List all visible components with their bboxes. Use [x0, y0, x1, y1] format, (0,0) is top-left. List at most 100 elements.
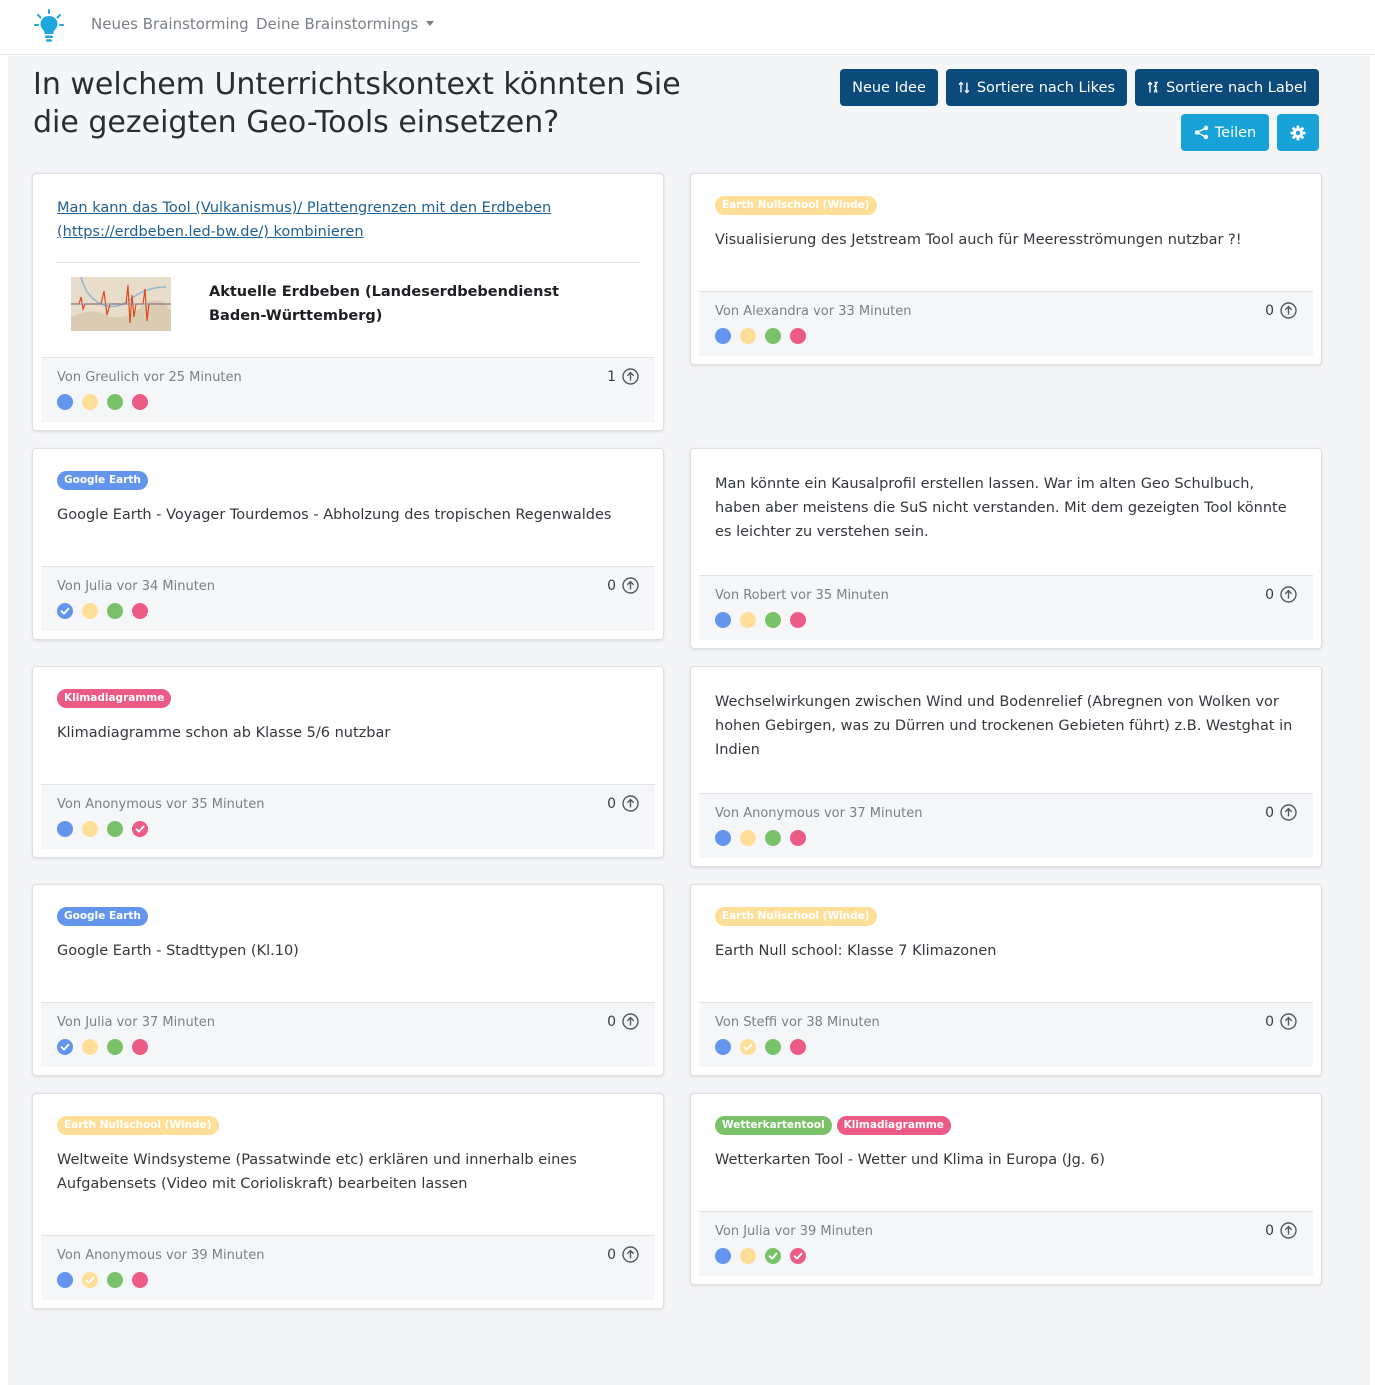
- tag-badge[interactable]: Google Earth: [57, 471, 148, 490]
- card-footer: Von Robert vor 35 Minuten 0: [699, 575, 1313, 640]
- sort-by-label-button[interactable]: Sortiere nach Label: [1135, 69, 1319, 106]
- idea-link[interactable]: Man kann das Tool (Vulkanismus)/ Platten…: [57, 200, 551, 240]
- settings-button[interactable]: [1277, 114, 1319, 151]
- idea-text: Klimadiagramme schon ab Klasse 5/6 nutzb…: [57, 725, 391, 741]
- like-button[interactable]: 0: [1265, 1013, 1297, 1030]
- like-button[interactable]: 1: [607, 368, 639, 385]
- color-dot-yellow[interactable]: [740, 1248, 756, 1264]
- like-button[interactable]: 0: [1265, 302, 1297, 319]
- idea-text: Wechselwirkungen zwischen Wind und Boden…: [715, 694, 1293, 758]
- color-dot-green[interactable]: [107, 394, 123, 410]
- color-dot-yellow[interactable]: [82, 1272, 98, 1288]
- color-dot-blue[interactable]: [715, 1248, 731, 1264]
- color-dot-blue[interactable]: [715, 612, 731, 628]
- color-dot-green[interactable]: [765, 1039, 781, 1055]
- idea-text: Earth Null school: Klasse 7 Klimazonen: [715, 943, 997, 959]
- color-dot-green[interactable]: [107, 603, 123, 619]
- arrow-up-circle-icon: [1280, 1013, 1297, 1030]
- card-footer: Von Steffi vor 38 Minuten 0: [699, 1002, 1313, 1067]
- caret-down-icon: [426, 21, 435, 26]
- new-idea-button[interactable]: Neue Idee: [840, 69, 938, 106]
- color-dot-blue[interactable]: [57, 1039, 73, 1055]
- color-dot-yellow[interactable]: [82, 821, 98, 837]
- tag-badge[interactable]: Klimadiagramme: [57, 689, 172, 708]
- nav-my-brainstormings-dropdown[interactable]: Deine Brainstormings: [256, 15, 435, 33]
- like-button[interactable]: 0: [607, 577, 639, 594]
- tag-badge[interactable]: Earth Nullschool (Winde): [715, 907, 877, 926]
- color-dot-pink[interactable]: [790, 328, 806, 344]
- author-text: Von Julia vor 37 Minuten: [57, 1015, 216, 1030]
- sort-by-likes-label: Sortiere nach Likes: [976, 79, 1115, 96]
- color-dot-blue[interactable]: [57, 603, 73, 619]
- tag-list: Earth Nullschool (Winde): [715, 196, 1297, 216]
- color-dot-yellow[interactable]: [740, 1039, 756, 1055]
- like-button[interactable]: 0: [607, 795, 639, 812]
- color-dot-blue[interactable]: [57, 1272, 73, 1288]
- color-dot-green[interactable]: [107, 1039, 123, 1055]
- like-button[interactable]: 0: [1265, 1222, 1297, 1239]
- tag-badge[interactable]: Earth Nullschool (Winde): [715, 196, 877, 215]
- color-dot-pink[interactable]: [132, 1039, 148, 1055]
- sort-by-likes-button[interactable]: Sortiere nach Likes: [946, 69, 1127, 106]
- color-dot-yellow[interactable]: [82, 394, 98, 410]
- likes-count: 1: [607, 368, 616, 385]
- color-dot-blue[interactable]: [57, 394, 73, 410]
- idea-card: Man kann das Tool (Vulkanismus)/ Platten…: [32, 173, 664, 431]
- likes-count: 0: [607, 795, 616, 812]
- likes-count: 0: [1265, 586, 1274, 603]
- idea-card: Earth Nullschool (Winde) Visualisierung …: [690, 173, 1322, 365]
- like-button[interactable]: 0: [1265, 586, 1297, 603]
- like-button[interactable]: 0: [1265, 804, 1297, 821]
- color-dot-green[interactable]: [107, 821, 123, 837]
- nav-new-brainstorming[interactable]: Neues Brainstorming: [91, 15, 249, 33]
- color-dot-blue[interactable]: [715, 1039, 731, 1055]
- color-dot-pink[interactable]: [132, 394, 148, 410]
- sort-alpha-icon: [1147, 81, 1159, 93]
- link-preview[interactable]: Aktuelle Erdbeben (Landeserdbebendienst …: [57, 263, 639, 355]
- color-dot-pink[interactable]: [790, 1248, 806, 1264]
- card-footer: Von Anonymous vor 39 Minuten 0: [41, 1235, 655, 1300]
- tag-list: Earth Nullschool (Winde): [57, 1116, 639, 1136]
- color-dot-pink[interactable]: [132, 603, 148, 619]
- tag-badge[interactable]: Klimadiagramme: [836, 1116, 951, 1135]
- color-dot-green[interactable]: [765, 612, 781, 628]
- color-dot-pink[interactable]: [132, 1272, 148, 1288]
- share-label: Teilen: [1214, 124, 1257, 141]
- preview-title: Aktuelle Erdbeben (Landeserdbebendienst …: [209, 284, 560, 324]
- idea-text: Google Earth - Voyager Tourdemos - Abhol…: [57, 507, 612, 523]
- tag-list: Wetterkartentool Klimadiagramme: [715, 1116, 1297, 1136]
- color-dot-yellow[interactable]: [740, 328, 756, 344]
- color-dot-green[interactable]: [765, 1248, 781, 1264]
- nav-my-brainstormings-label: Deine Brainstormings: [256, 15, 419, 33]
- like-button[interactable]: 0: [607, 1246, 639, 1263]
- color-dot-blue[interactable]: [715, 830, 731, 846]
- card-footer: Von Julia vor 39 Minuten 0: [699, 1211, 1313, 1276]
- idea-card: Google Earth Google Earth - Voyager Tour…: [32, 448, 664, 640]
- color-dot-yellow[interactable]: [82, 603, 98, 619]
- color-dot-pink[interactable]: [790, 612, 806, 628]
- share-button[interactable]: Teilen: [1181, 114, 1269, 151]
- sort-icon: [958, 81, 970, 94]
- color-dot-pink[interactable]: [790, 1039, 806, 1055]
- color-dot-green[interactable]: [765, 830, 781, 846]
- idea-text: Visualisierung des Jetstream Tool auch f…: [715, 232, 1242, 248]
- author-text: Von Steffi vor 38 Minuten: [715, 1015, 880, 1030]
- idea-text: Weltweite Windsysteme (Passatwinde etc) …: [57, 1152, 577, 1192]
- arrow-up-circle-icon: [622, 795, 639, 812]
- tag-badge[interactable]: Earth Nullschool (Winde): [57, 1116, 219, 1135]
- like-button[interactable]: 0: [607, 1013, 639, 1030]
- color-label-selector: [715, 830, 806, 846]
- color-dot-blue[interactable]: [57, 821, 73, 837]
- color-dot-yellow[interactable]: [740, 612, 756, 628]
- color-dot-green[interactable]: [765, 328, 781, 344]
- tag-badge[interactable]: Wetterkartentool: [715, 1116, 832, 1135]
- gear-icon: [1290, 125, 1306, 140]
- color-dot-pink[interactable]: [132, 821, 148, 837]
- lightbulb-logo-icon[interactable]: [34, 9, 64, 43]
- color-dot-pink[interactable]: [790, 830, 806, 846]
- color-dot-blue[interactable]: [715, 328, 731, 344]
- color-dot-yellow[interactable]: [740, 830, 756, 846]
- color-dot-yellow[interactable]: [82, 1039, 98, 1055]
- tag-badge[interactable]: Google Earth: [57, 907, 148, 926]
- color-dot-green[interactable]: [107, 1272, 123, 1288]
